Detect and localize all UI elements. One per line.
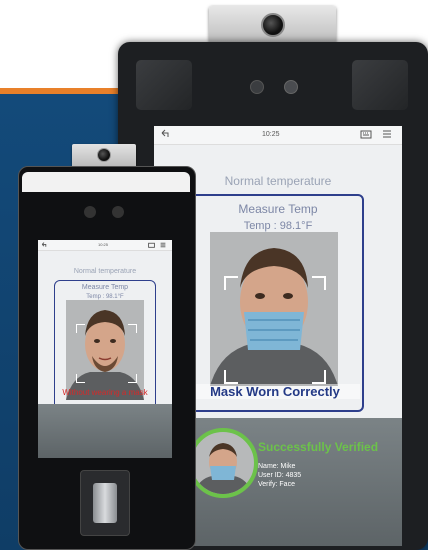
keyboard-icon[interactable] bbox=[148, 242, 155, 248]
verification-method: Verify: Face bbox=[258, 481, 295, 488]
keyboard-icon[interactable] bbox=[360, 129, 372, 139]
ir-light bbox=[250, 80, 264, 94]
verification-name: Name: Mike bbox=[258, 463, 296, 470]
corner-marker bbox=[224, 370, 238, 384]
small-device-screen: 10:25 Normal temperature Measure Temp Te… bbox=[38, 240, 172, 458]
scanner-glass bbox=[93, 483, 117, 523]
corner-marker bbox=[76, 324, 85, 333]
verified-avatar bbox=[188, 428, 258, 498]
camera-lens-icon bbox=[97, 148, 111, 162]
verification-user-id: User ID: 4835 bbox=[258, 472, 302, 479]
corner-marker bbox=[76, 374, 85, 383]
small-status-bar: 10:25 bbox=[38, 240, 172, 251]
small-top-label: Normal temperature bbox=[73, 268, 137, 275]
left-ir-sensor bbox=[136, 60, 192, 110]
camera-lens-icon bbox=[261, 13, 285, 37]
fingerprint-scanner-icon[interactable] bbox=[80, 470, 130, 536]
back-arrow-icon[interactable] bbox=[160, 129, 170, 139]
back-arrow-icon[interactable] bbox=[41, 242, 47, 248]
large-face-image bbox=[210, 232, 338, 386]
large-status-bar: 10:25 bbox=[154, 126, 402, 145]
small-lower-panel bbox=[38, 404, 172, 458]
corner-marker bbox=[312, 276, 326, 290]
verification-title: Successfully Verified bbox=[258, 440, 379, 454]
menu-icon[interactable] bbox=[160, 242, 166, 248]
small-result-banner: Without wearing a mask bbox=[62, 388, 148, 397]
camera-dot bbox=[284, 80, 298, 94]
ir-light bbox=[112, 206, 124, 218]
small-face-image bbox=[66, 300, 144, 400]
corner-marker bbox=[128, 374, 137, 383]
corner-marker bbox=[128, 324, 137, 333]
right-ir-sensor bbox=[352, 60, 408, 110]
corner-marker bbox=[224, 276, 238, 290]
large-result-banner: Mask Worn Correctly bbox=[190, 384, 360, 399]
ir-light bbox=[84, 206, 96, 218]
small-device-top-panel bbox=[22, 172, 190, 192]
corner-marker bbox=[312, 370, 326, 384]
small-status-time: 10:25 bbox=[98, 242, 109, 247]
menu-icon[interactable] bbox=[382, 129, 392, 139]
small-measure-label: Measure Temp bbox=[81, 284, 129, 291]
large-status-time: 10:25 bbox=[262, 131, 280, 138]
verification-details: Name: Mike User ID: 4835 Verify: Face bbox=[258, 462, 301, 489]
